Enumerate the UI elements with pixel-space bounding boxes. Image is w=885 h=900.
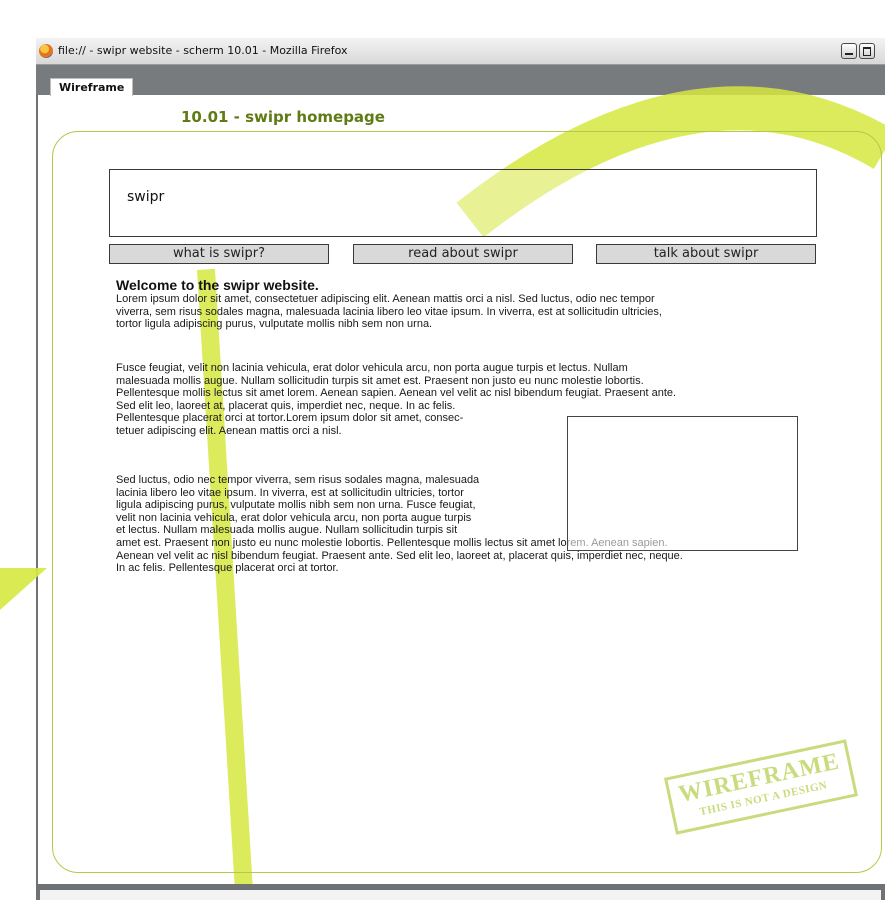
site-header: swipr [109, 169, 817, 237]
site-logo[interactable]: swipr [127, 189, 164, 205]
nav-read-about-swipr[interactable]: read about swipr [353, 244, 573, 264]
image-placeholder [567, 416, 798, 551]
status-bar [36, 884, 885, 900]
welcome-heading: Welcome to the swipr website. [116, 277, 319, 293]
horizontal-scrollbar[interactable] [40, 890, 881, 900]
article-paragraph: Lorem ipsum dolor sit amet, consectetuer… [116, 293, 662, 331]
nav-talk-about-swipr[interactable]: talk about swipr [596, 244, 816, 264]
nav-what-is-swipr[interactable]: what is swipr? [109, 244, 329, 264]
page-title: 10.01 - swipr homepage [181, 108, 385, 126]
decorative-triangle [0, 568, 47, 610]
